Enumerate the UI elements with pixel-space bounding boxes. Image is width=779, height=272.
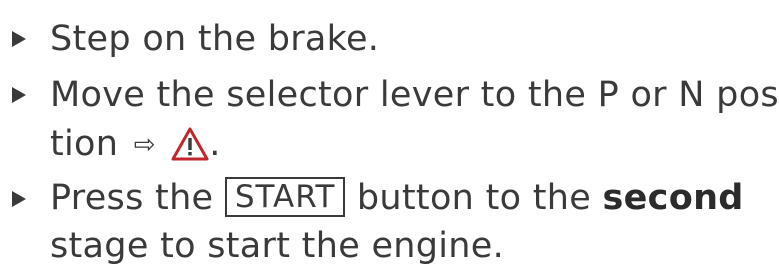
arrow-right-icon: ⇨: [133, 130, 156, 160]
step-2-line-1: Move the selector lever to the P or N po…: [50, 69, 779, 121]
warning-triangle-icon: [171, 124, 209, 176]
step-3-text-pre: Press the: [50, 178, 214, 218]
bullet-icon: [12, 31, 26, 47]
step-2-text-2: tion: [50, 124, 119, 164]
step-3-text-2: stage to start the engine.: [50, 226, 505, 266]
step-1-text: Step on the brake.: [50, 19, 380, 59]
step-3-text-mid: button to the: [356, 178, 592, 218]
bullet-icon: [12, 191, 26, 207]
bullet-icon: [12, 87, 26, 103]
step-3-line-2: stage to start the engine.: [50, 220, 504, 272]
step-2-period: .: [209, 124, 221, 164]
step-3-bold-text: second: [602, 178, 744, 218]
start-key-label: START: [224, 177, 346, 217]
step-1-line: Step on the brake.: [50, 13, 379, 65]
step-2-text-1: Move the selector lever to the P or N po…: [50, 75, 779, 115]
step-2-line-2: tion ⇨ .: [50, 118, 221, 176]
step-3-line-1: Press the START button to the second: [50, 172, 744, 224]
